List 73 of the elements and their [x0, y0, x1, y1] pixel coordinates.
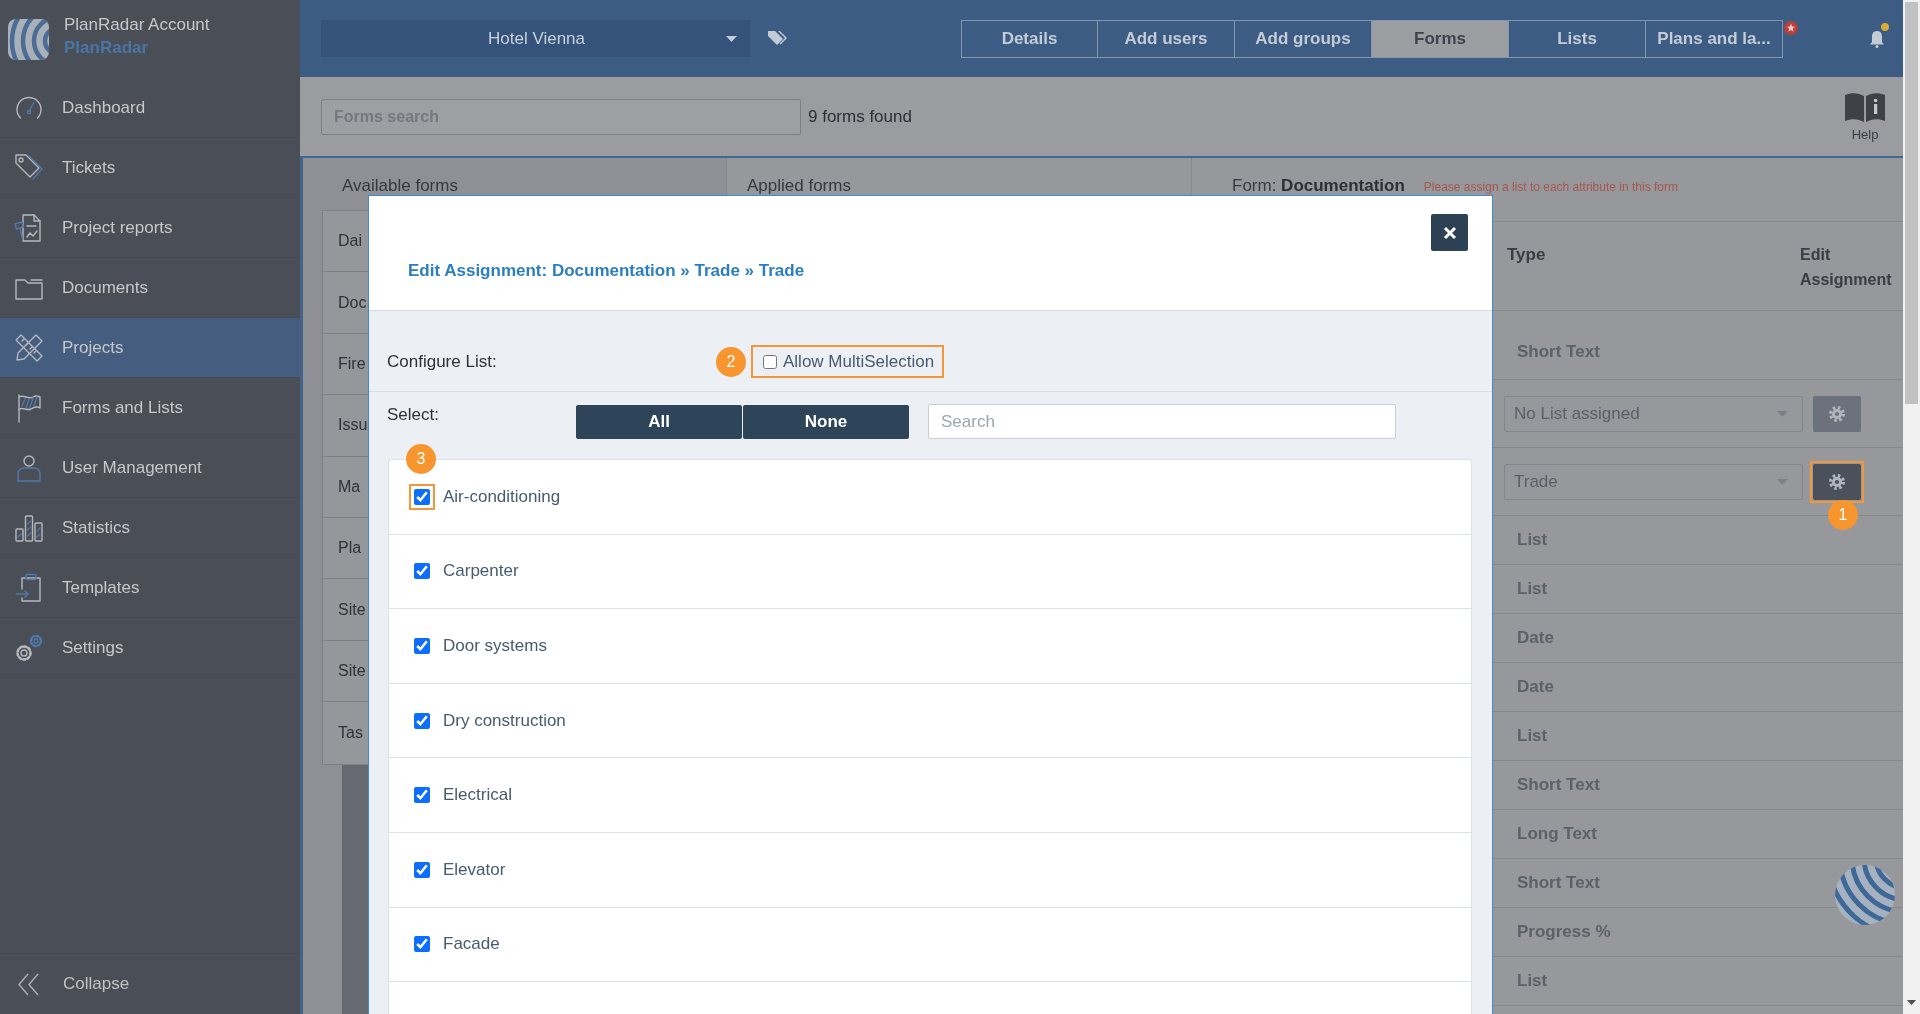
form-title: Form: Documentation: [1232, 177, 1405, 195]
checkbox[interactable]: [414, 638, 430, 654]
settings-icon: [1828, 404, 1846, 423]
step-marker: 1: [1828, 500, 1858, 530]
field-label: Select:: [387, 405, 439, 424]
checkbox-label[interactable]: Allow MultiSelection: [783, 351, 935, 372]
type-cell-text: List: [1516, 579, 1548, 599]
select-all-button[interactable]: All: [576, 405, 742, 439]
striped-logo-icon: [8, 18, 49, 60]
tab[interactable]: Lists: [1509, 19, 1646, 58]
checkbox-label[interactable]: Facade: [443, 934, 500, 955]
checkbox-label[interactable]: Air-conditioning: [443, 486, 561, 507]
checkbox[interactable]: [414, 861, 430, 878]
column-header: Type: [1506, 244, 1547, 266]
tab[interactable]: Details: [961, 19, 1098, 58]
type-cell-text: Progress %: [1516, 922, 1611, 942]
column-title: Applied forms: [747, 176, 851, 195]
checkbox-label[interactable]: Electrical: [443, 785, 512, 806]
sidebar-item[interactable]: Projects: [0, 318, 300, 378]
type-cell-text: List: [1516, 726, 1548, 746]
type-cell-text: List: [1516, 530, 1548, 550]
bell-icon[interactable]: [1869, 29, 1885, 48]
checkbox[interactable]: [414, 936, 430, 953]
caret-icon: [1777, 410, 1788, 417]
tab[interactable]: Forms: [1372, 19, 1509, 58]
search-field[interactable]: Search: [928, 404, 1396, 439]
striped-sphere-icon[interactable]: [1834, 864, 1896, 926]
type-cell-text: Date: [1516, 628, 1554, 648]
checkbox[interactable]: [763, 354, 777, 369]
caret-icon: [726, 35, 737, 42]
checkbox-label[interactable]: Carpenter: [443, 561, 519, 582]
field-label: Configure List:: [387, 352, 497, 371]
star-badge-icon: [1784, 20, 1798, 35]
checkbox-label[interactable]: Dry construction: [443, 710, 566, 731]
checkbox[interactable]: [414, 712, 430, 729]
result-count: 9 forms found: [808, 106, 912, 127]
checkbox[interactable]: [414, 787, 430, 804]
book-icon: [1844, 91, 1886, 123]
checkbox-label[interactable]: Elevator: [443, 859, 506, 880]
sidebar-item[interactable]: Statistics: [0, 498, 300, 558]
select-none-button[interactable]: None: [743, 405, 909, 439]
type-cell-text: List: [1516, 971, 1548, 991]
column-title: Available forms: [342, 176, 458, 195]
scrollbar[interactable]: [1903, 0, 1920, 1014]
account-name: PlanRadar Account: [64, 14, 210, 35]
project-select[interactable]: Hotel Vienna: [321, 20, 750, 57]
step-marker: 3: [406, 444, 436, 474]
sidebar-item[interactable]: Project reports: [0, 198, 300, 258]
checkbox[interactable]: [414, 563, 430, 580]
caret-icon: [1777, 478, 1788, 485]
warning-text: Please assign a list to each attribute in this form: [1423, 180, 1678, 195]
close-button[interactable]: [1431, 214, 1468, 251]
step-marker: 2: [716, 347, 746, 377]
double-chevron-icon: [17, 972, 40, 996]
modal-title: Edit Assignment: Documentation » Trade » Trade: [408, 260, 805, 282]
scrollbar-thumb[interactable]: [1905, 2, 1918, 404]
tab[interactable]: Add users: [1098, 19, 1235, 58]
type-cell-text: Short Text: [1516, 873, 1600, 893]
help-button[interactable]: Help: [1844, 91, 1886, 142]
company-name: PlanRadar: [64, 37, 150, 58]
close-icon: [1442, 225, 1457, 240]
column-header: Edit Assignment: [1800, 245, 1893, 290]
settings-icon: [1828, 472, 1846, 491]
type-cell-text: Short Text: [1516, 342, 1600, 362]
tags-icon[interactable]: [767, 29, 787, 48]
checkbox-label[interactable]: Door systems: [443, 636, 547, 656]
checkbox[interactable]: [414, 488, 430, 505]
form-item[interactable]: Tas: [323, 702, 368, 764]
type-cell-text: Date: [1516, 677, 1554, 697]
tab[interactable]: Plans and la...: [1646, 19, 1783, 58]
type-cell-text: Long Text: [1516, 824, 1597, 844]
type-cell-text: Short Text: [1516, 775, 1600, 795]
down-arrow-icon[interactable]: [1907, 1000, 1916, 1005]
